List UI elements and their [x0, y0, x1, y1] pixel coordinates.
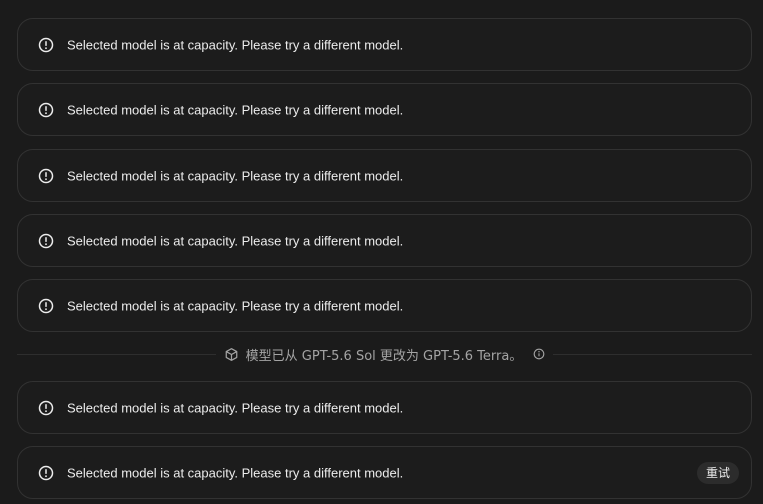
alert-circle-icon	[38, 400, 54, 416]
error-text: Selected model is at capacity. Please tr…	[67, 465, 404, 480]
error-text: Selected model is at capacity. Please tr…	[67, 233, 404, 248]
info-icon[interactable]	[533, 348, 545, 360]
divider-line-left	[17, 353, 216, 355]
error-text: Selected model is at capacity. Please tr…	[67, 400, 404, 415]
error-message: Selected model is at capacity. Please tr…	[17, 381, 752, 434]
chat-thread: Selected model is at capacity. Please tr…	[0, 0, 763, 504]
error-text: Selected model is at capacity. Please tr…	[67, 168, 404, 183]
alert-circle-icon	[38, 465, 54, 481]
cube-icon	[224, 347, 239, 362]
error-message: Selected model is at capacity. Please tr…	[17, 446, 752, 499]
model-switch-text: 模型已从 GPT-5.6 Sol 更改为 GPT-5.6 Terra。	[245, 348, 523, 364]
alert-circle-icon	[38, 233, 54, 249]
error-text: Selected model is at capacity. Please tr…	[67, 102, 404, 117]
error-message: Selected model is at capacity. Please tr…	[17, 149, 752, 202]
error-message: Selected model is at capacity. Please tr…	[17, 279, 752, 332]
error-message: Selected model is at capacity. Please tr…	[17, 83, 752, 136]
alert-circle-icon	[38, 102, 54, 118]
divider-line-right	[553, 353, 753, 355]
alert-circle-icon	[38, 168, 54, 184]
model-switch-notice: 模型已从 GPT-5.6 Sol 更改为 GPT-5.6 Terra。	[17, 342, 753, 366]
error-message: Selected model is at capacity. Please tr…	[17, 18, 752, 71]
model-switch-label: 模型已从 GPT-5.6 Sol 更改为 GPT-5.6 Terra。	[216, 345, 554, 364]
retry-button[interactable]: 重试	[696, 461, 739, 484]
error-text: Selected model is at capacity. Please tr…	[67, 298, 404, 313]
alert-circle-icon	[38, 37, 54, 53]
error-message: Selected model is at capacity. Please tr…	[17, 214, 752, 267]
alert-circle-icon	[38, 298, 54, 314]
error-text: Selected model is at capacity. Please tr…	[67, 37, 404, 52]
